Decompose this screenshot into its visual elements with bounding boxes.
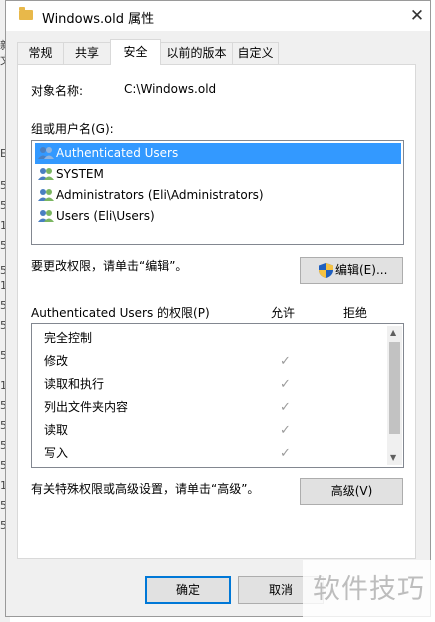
user-name: Administrators (Eli\Administrators)	[56, 188, 264, 202]
edit-button-label: 编辑(E)...	[335, 263, 388, 277]
folder-icon	[19, 7, 33, 20]
user-name: Users (Eli\Users)	[56, 209, 155, 223]
permission-row-list-folder: 列出文件夹内容 ✓	[44, 396, 364, 419]
user-row-authenticated-users[interactable]: Authenticated Users	[35, 143, 401, 164]
tab-customize[interactable]: 自定义	[232, 42, 279, 64]
tab-security[interactable]: 安全	[110, 39, 161, 65]
uac-shield-icon	[319, 263, 333, 278]
user-group-icon	[38, 189, 54, 201]
tab-previous-versions[interactable]: 以前的版本	[160, 42, 233, 64]
advanced-button[interactable]: 高级(V)	[300, 478, 403, 505]
allow-header: 允许	[271, 306, 296, 320]
user-row-system[interactable]: SYSTEM	[35, 164, 401, 185]
permission-name: 列出文件夹内容	[44, 400, 129, 414]
user-row-administrators[interactable]: Administrators (Eli\Administrators)	[35, 185, 401, 206]
user-group-icon	[38, 147, 54, 159]
user-row-users[interactable]: Users (Eli\Users)	[35, 206, 401, 227]
deny-header: 拒绝	[343, 306, 368, 320]
ok-button[interactable]: 确定	[145, 576, 231, 604]
permission-row-write: 写入 ✓	[44, 442, 364, 465]
permissions-label: Authenticated Users 的权限(P)	[31, 306, 210, 320]
allow-check-icon: ✓	[280, 354, 291, 369]
scroll-thumb[interactable]	[389, 342, 400, 434]
allow-check-icon: ✓	[280, 377, 291, 392]
permission-row-modify: 修改 ✓	[44, 350, 364, 373]
permission-name: 完全控制	[44, 331, 93, 345]
tab-general[interactable]: 常规	[17, 42, 64, 64]
permission-name: 读取和执行	[44, 377, 105, 391]
permission-name: 读取	[44, 423, 69, 437]
allow-check-icon: ✓	[280, 423, 291, 438]
allow-check-icon: ✓	[280, 400, 291, 415]
user-name: SYSTEM	[56, 167, 104, 181]
edit-button[interactable]: 编辑(E)...	[300, 257, 403, 284]
watermark-overlay: 软件技巧	[303, 560, 435, 620]
permission-name: 写入	[44, 446, 69, 460]
object-name-value: C:\Windows.old	[124, 82, 217, 96]
close-icon[interactable]: ✕	[406, 5, 428, 27]
change-permissions-hint: 要更改权限，请单击“编辑”。	[31, 259, 188, 273]
scroll-up-icon[interactable]: ▲	[390, 328, 396, 337]
window-title: Windows.old 属性	[42, 12, 155, 27]
scroll-down-icon[interactable]: ▼	[390, 453, 396, 462]
advanced-hint: 有关特殊权限或高级设置，请单击“高级”。	[31, 482, 260, 496]
title-bar[interactable]: Windows.old 属性 ✕	[6, 1, 430, 31]
permission-row-full-control: 完全控制	[44, 327, 364, 350]
allow-check-icon: ✓	[280, 446, 291, 461]
user-group-icon	[38, 168, 54, 180]
groups-label: 组或用户名(G):	[31, 122, 114, 136]
permission-row-read-execute: 读取和执行 ✓	[44, 373, 364, 396]
permissions-scrollbar[interactable]: ▲ ▼	[387, 326, 402, 465]
object-name-label: 对象名称:	[31, 84, 84, 98]
users-listbox[interactable]: Authenticated Users SYSTEM Administrator…	[31, 140, 404, 245]
permission-row-read: 读取 ✓	[44, 419, 364, 442]
user-group-icon	[38, 210, 54, 222]
permission-name: 修改	[44, 354, 69, 368]
tab-sharing[interactable]: 共享	[63, 42, 111, 64]
user-name: Authenticated Users	[56, 146, 179, 160]
